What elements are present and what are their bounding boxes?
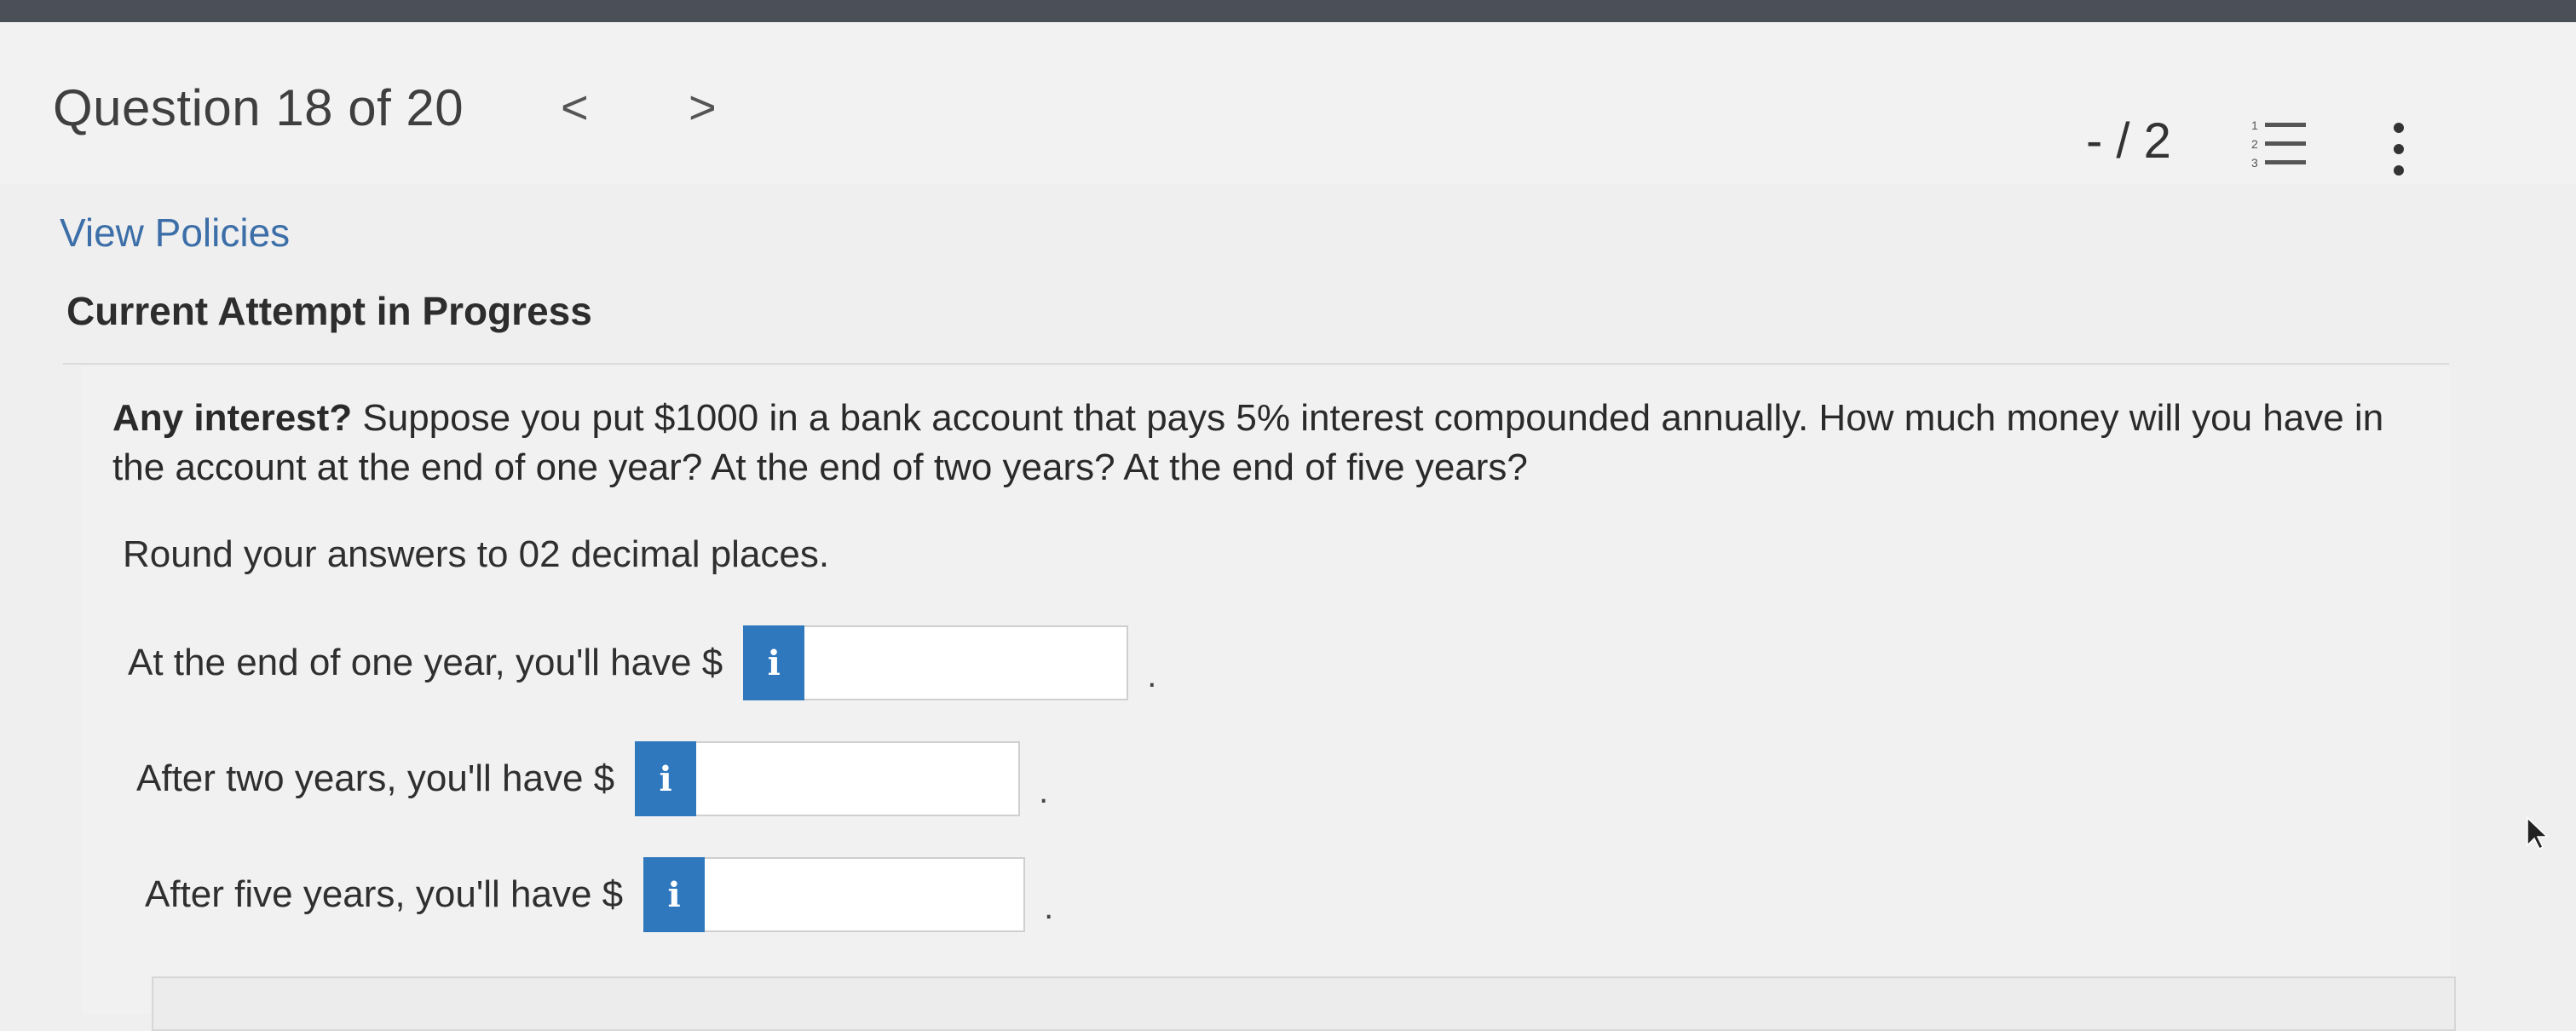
info-icon[interactable]: i: [643, 857, 706, 932]
answer-period: .: [1147, 656, 1157, 694]
view-policies-link[interactable]: View Policies: [60, 210, 290, 256]
more-vertical-icon[interactable]: [2386, 119, 2412, 179]
question-body: Suppose you put $1000 in a bank account …: [112, 397, 2384, 488]
chevron-right-icon[interactable]: >: [689, 84, 717, 131]
info-icon[interactable]: i: [743, 625, 805, 700]
question-counter: Question 18 of 20: [53, 79, 464, 136]
svg-text:3: 3: [2251, 156, 2258, 170]
answer-label: After two years, you'll have $: [136, 757, 615, 799]
answer-input-two-years[interactable]: [696, 741, 1021, 816]
question-text: Any interest? Suppose you put $1000 in a…: [112, 394, 2413, 492]
next-section-box: [152, 976, 2456, 1031]
answer-label: At the end of one year, you'll have $: [128, 642, 723, 683]
numbered-list-icon[interactable]: 1 2 3: [2250, 118, 2309, 170]
svg-text:1: 1: [2251, 118, 2258, 132]
attempt-status-heading: Current Attempt in Progress: [66, 289, 592, 333]
chevron-left-icon[interactable]: <: [561, 84, 589, 131]
top-bar: [0, 0, 2576, 22]
mouse-cursor-icon: [2524, 816, 2550, 850]
answer-row-five-years: After five years, you'll have $ i .: [145, 857, 1053, 932]
answer-period: .: [1039, 772, 1049, 810]
answer-period: .: [1044, 888, 1054, 926]
answer-label: After five years, you'll have $: [145, 873, 624, 915]
answer-input-five-years[interactable]: [705, 857, 1026, 932]
score-display: - / 2: [2086, 113, 2171, 169]
answer-input-one-year[interactable]: [804, 625, 1129, 700]
rounding-instruction: Round your answers to 02 decimal places.: [123, 533, 830, 575]
answer-row-one-year: At the end of one year, you'll have $ i …: [128, 625, 1156, 700]
question-lead: Any interest?: [112, 397, 353, 439]
info-icon[interactable]: i: [635, 741, 697, 816]
answer-row-two-years: After two years, you'll have $ i .: [136, 741, 1048, 816]
divider: [63, 363, 2449, 365]
svg-text:2: 2: [2251, 137, 2258, 151]
